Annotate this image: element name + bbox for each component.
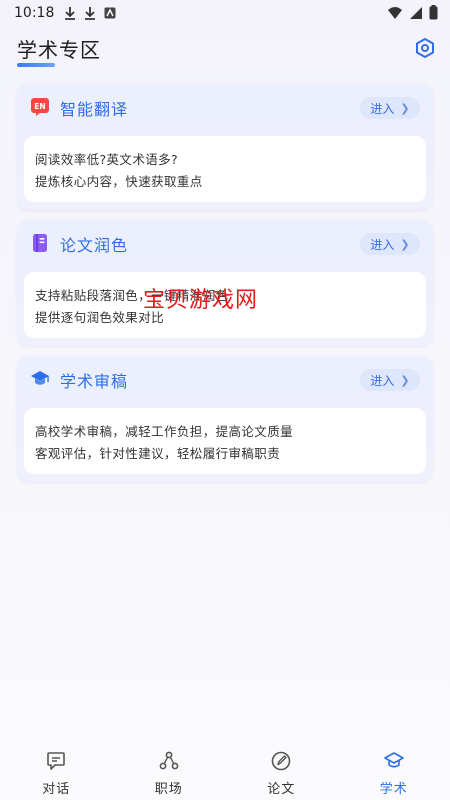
battery-icon <box>429 5 438 20</box>
nav-item-chat[interactable]: 对话 <box>0 742 112 800</box>
wifi-icon <box>388 6 402 19</box>
card-academic-review[interactable]: 学术审稿 进入 ❯ 高校学术审稿，减轻工作负担，提高论文质量 客观评估，针对性建… <box>17 356 433 482</box>
book-icon <box>33 234 47 252</box>
status-bar: 10:18 <box>0 0 450 26</box>
description-line: 客观评估，针对性建议，轻松履行审稿职责 <box>35 446 281 461</box>
signal-icon <box>410 6 422 19</box>
description-line: 提炼核心内容，快速获取重点 <box>35 174 203 189</box>
header: 学术专区 <box>0 30 450 70</box>
chevron-right-icon: ❯ <box>400 373 410 387</box>
workplace-icon <box>159 751 179 770</box>
card-header: 学术审稿 进入 ❯ <box>17 356 433 404</box>
chevron-right-icon: ❯ <box>400 101 410 115</box>
nav-label: 学术 <box>379 782 408 797</box>
pen-icon <box>271 751 291 771</box>
description-line: 阅读效率低?英文术语多? <box>35 152 179 167</box>
status-right-icons <box>387 5 438 20</box>
card-title: 论文润色 <box>60 236 129 255</box>
translate-en-icon: EN <box>31 98 49 116</box>
page-title: 学术专区 <box>17 38 101 62</box>
status-time: 10:18 <box>14 5 55 21</box>
card-title: 智能翻译 <box>60 100 129 119</box>
card-paper-polish[interactable]: 论文润色 进入 ❯ 支持粘贴段落润色，一键精准润色 提供逐句润色效果对比 <box>17 220 433 346</box>
nav-item-workplace[interactable]: 职场 <box>113 742 225 800</box>
card-description: 高校学术审稿，减轻工作负担，提高论文质量 客观评估，针对性建议，轻松履行审稿职责 <box>24 408 426 474</box>
graduation-cap-icon <box>31 371 49 385</box>
chat-icon <box>47 752 66 770</box>
status-left-icons <box>64 6 116 20</box>
nav-label: 职场 <box>154 782 183 797</box>
download-icon <box>85 7 96 20</box>
bottom-nav: 对话 职场 论文 学术 <box>0 742 450 800</box>
description-line: 提供逐句润色效果对比 <box>35 310 165 325</box>
app-icon <box>104 7 116 19</box>
chevron-right-icon: ❯ <box>400 237 410 251</box>
svg-text:EN: EN <box>34 102 45 111</box>
card-description: 阅读效率低?英文术语多? 提炼核心内容，快速获取重点 <box>24 136 426 202</box>
settings-hex-icon[interactable] <box>414 37 436 59</box>
title-underline <box>17 63 55 67</box>
description-line: 高校学术审稿，减轻工作负担，提高论文质量 <box>35 424 294 439</box>
card-description: 支持粘贴段落润色，一键精准润色 提供逐句润色效果对比 <box>24 272 426 338</box>
card-smart-translate[interactable]: EN 智能翻译 进入 ❯ 阅读效率低?英文术语多? 提炼核心内容，快速获取重点 <box>17 84 433 210</box>
enter-label: 进入 <box>370 101 395 116</box>
nav-item-academic[interactable]: 学术 <box>338 742 450 800</box>
enter-button[interactable]: 进入 ❯ <box>360 369 420 391</box>
enter-button[interactable]: 进入 ❯ <box>360 97 420 119</box>
nav-item-paper[interactable]: 论文 <box>225 742 337 800</box>
card-header: EN 智能翻译 进入 ❯ <box>17 84 433 132</box>
graduation-cap-icon <box>383 752 404 768</box>
enter-label: 进入 <box>370 373 395 388</box>
card-header: 论文润色 进入 ❯ <box>17 220 433 268</box>
description-line: 支持粘贴段落润色，一键精准润色 <box>35 288 229 303</box>
card-title: 学术审稿 <box>60 372 129 391</box>
download-icon <box>65 7 76 20</box>
enter-button[interactable]: 进入 ❯ <box>360 233 420 255</box>
nav-label: 对话 <box>42 782 71 797</box>
enter-label: 进入 <box>370 237 395 252</box>
nav-label: 论文 <box>267 782 296 797</box>
